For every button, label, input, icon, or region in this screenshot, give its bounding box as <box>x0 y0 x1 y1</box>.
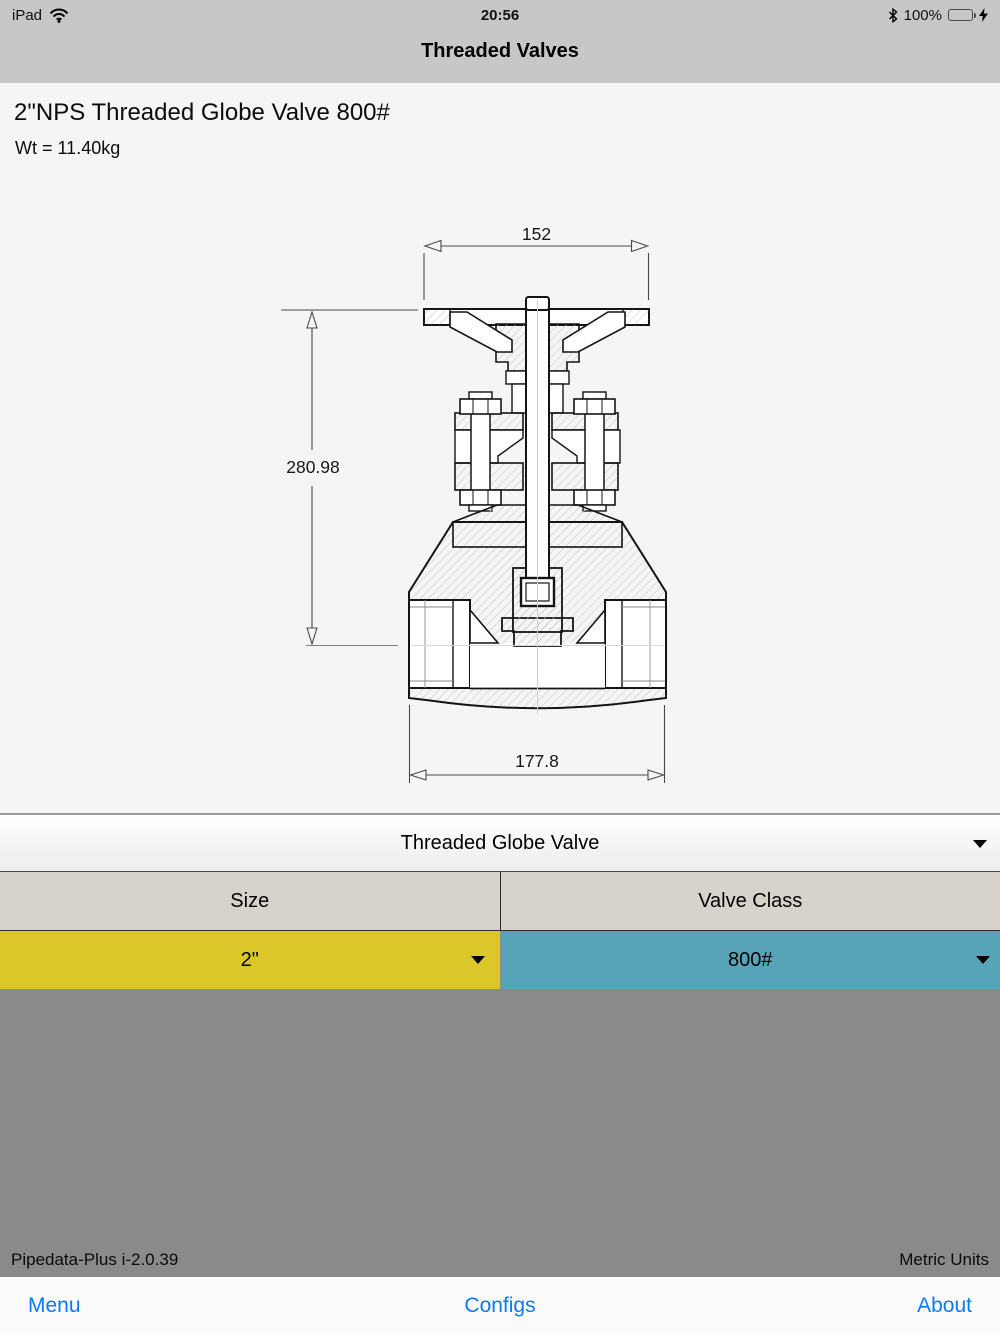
valve-class-value: 800# <box>728 949 773 972</box>
selector-header-row: Size Valve Class <box>0 871 1000 931</box>
dim-label-152: 152 <box>522 224 551 244</box>
size-value-cell[interactable]: 2" <box>0 931 501 989</box>
valve-technical-drawing: 152 280.98 177.8 <box>270 200 730 800</box>
top-chrome: iPad 20:56 100% <box>0 0 1000 83</box>
dimension-face-to-face <box>410 705 665 783</box>
size-column-header: Size <box>0 872 501 930</box>
valve-weight-label: Wt = 11.40kg <box>0 127 1000 159</box>
dimension-handwheel-width <box>424 241 649 301</box>
about-button[interactable]: About <box>657 1294 972 1318</box>
wifi-icon <box>49 8 69 23</box>
units-label: Metric Units <box>899 1250 989 1270</box>
chevron-down-icon <box>973 840 987 848</box>
status-bar: iPad 20:56 100% <box>0 0 1000 30</box>
valve-type-value: Threaded Globe Valve <box>401 832 600 855</box>
selector-value-row: 2" 800# <box>0 931 1000 989</box>
drawing-panel: 2"NPS Threaded Globe Valve 800# Wt = 11.… <box>0 83 1000 815</box>
menu-button[interactable]: Menu <box>28 1294 343 1318</box>
battery-icon <box>948 9 973 21</box>
clock: 20:56 <box>232 7 768 24</box>
chevron-down-icon <box>976 956 990 964</box>
valve-class-column-header: Valve Class <box>501 872 1000 930</box>
dimension-height <box>281 310 418 646</box>
battery-nub <box>974 13 977 18</box>
bluetooth-icon <box>888 8 898 23</box>
dim-label-280: 280.98 <box>286 457 340 477</box>
footer-panel: Pipedata-Plus i-2.0.39 Metric Units <box>0 989 1000 1277</box>
battery-percent-label: 100% <box>904 7 942 24</box>
bottom-toolbar: Menu Configs About <box>0 1277 1000 1334</box>
app-version-label: Pipedata-Plus i-2.0.39 <box>11 1250 178 1270</box>
configs-button[interactable]: Configs <box>343 1294 658 1318</box>
dim-label-177: 177.8 <box>515 751 559 771</box>
valve-class-value-cell[interactable]: 800# <box>501 931 1000 989</box>
carrier-label: iPad <box>12 7 42 24</box>
app-window: iPad 20:56 100% <box>0 0 1000 1334</box>
size-value: 2" <box>241 949 259 972</box>
charging-bolt-icon <box>979 8 988 22</box>
valve-section <box>409 297 666 714</box>
valve-heading: 2"NPS Threaded Globe Valve 800# <box>0 83 1000 127</box>
status-right: 100% <box>768 7 988 24</box>
chevron-down-icon <box>471 956 485 964</box>
page-title: Threaded Valves <box>0 30 1000 63</box>
status-left: iPad <box>12 7 232 24</box>
valve-type-picker[interactable]: Threaded Globe Valve <box>0 815 1000 871</box>
